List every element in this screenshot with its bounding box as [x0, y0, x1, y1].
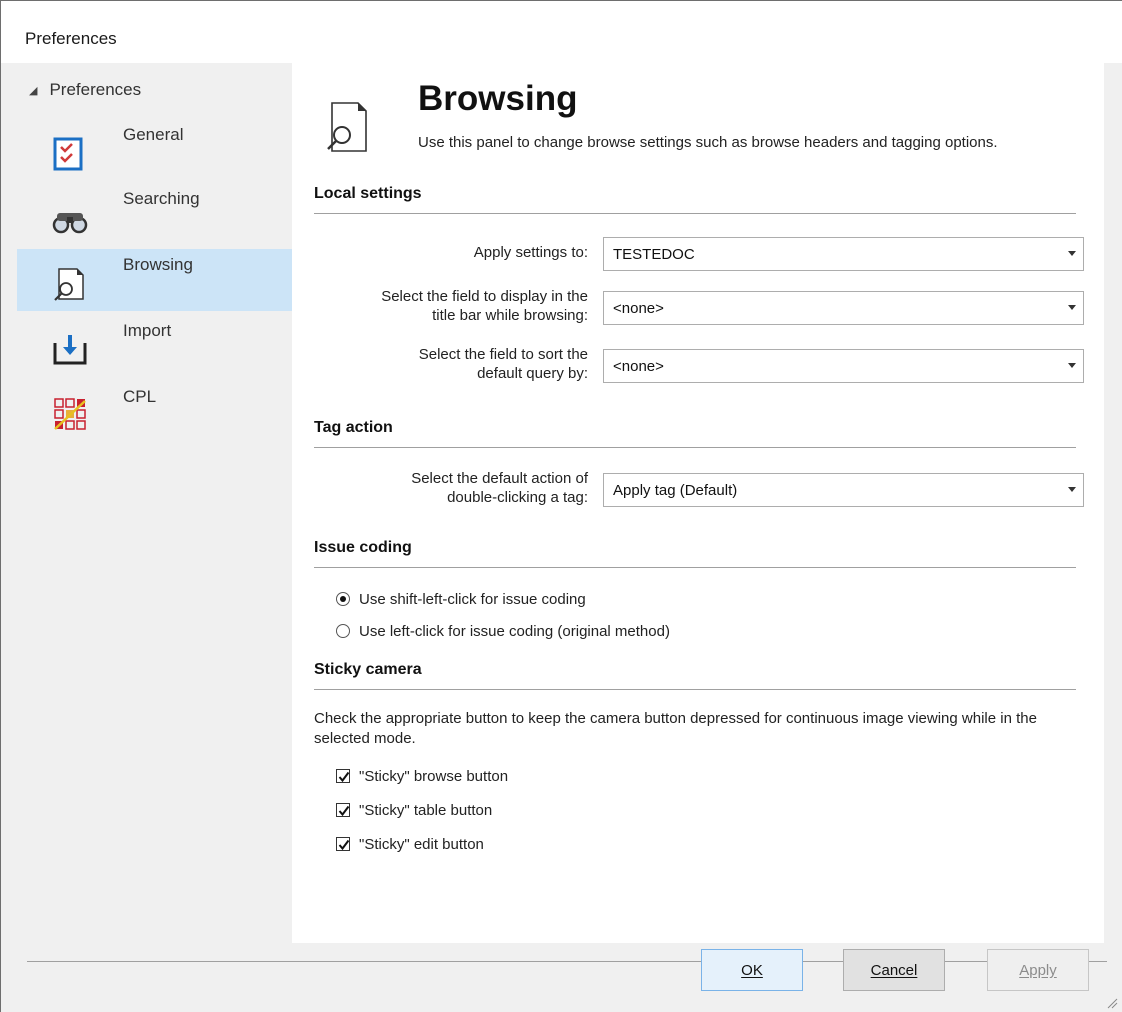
tag-action-label: Select the default action of double-clic… — [411, 469, 588, 507]
checkbox-checked[interactable] — [336, 803, 350, 817]
chevron-down-icon — [1068, 305, 1076, 310]
import-icon — [51, 329, 91, 369]
footer-divider — [27, 961, 1107, 962]
checkbox-label: "Sticky" table button — [359, 801, 493, 819]
checkbox-label: "Sticky" browse button — [359, 767, 509, 785]
apply-settings-label: Apply settings to: — [473, 244, 588, 261]
sidebar-item-label: Browsing — [123, 255, 193, 274]
checkbox-checked[interactable] — [336, 769, 350, 783]
label-line: title bar while browsing: — [432, 307, 588, 324]
sidebar-item-label: General — [123, 125, 184, 144]
cancel-button[interactable]: Cancel — [843, 949, 945, 991]
settings-panel: Browsing Use this panel to change browse… — [292, 63, 1104, 943]
label-line: Select the default action of — [411, 470, 588, 487]
sidebar-item-label: CPL — [123, 387, 157, 406]
ok-button[interactable]: OK — [701, 949, 803, 991]
label-line: Select the field to sort the — [418, 346, 588, 363]
sort-field-dropdown[interactable]: <none> — [603, 349, 1084, 383]
section-tag-action: Tag action — [314, 419, 1076, 448]
checklist-icon — [51, 133, 91, 173]
checkbox-sticky-table[interactable]: "Sticky" table button — [336, 801, 492, 819]
radio-label: Use shift-left-click for issue coding — [359, 590, 586, 608]
document-search-icon — [322, 97, 374, 157]
page-title: Browsing — [418, 79, 578, 118]
checkbox-label: "Sticky" edit button — [359, 835, 484, 853]
grid-icon — [51, 395, 91, 435]
section-local-settings: Local settings — [314, 185, 1076, 214]
chevron-down-icon — [1068, 363, 1076, 368]
preferences-window: Preferences ◢ Preferences General Search… — [0, 0, 1122, 1012]
title-field-dropdown[interactable]: <none> — [603, 291, 1084, 325]
radio-label: Use left-click for issue coding (origina… — [359, 622, 670, 640]
section-heading: Local settings — [314, 185, 422, 202]
section-heading: Tag action — [314, 419, 393, 436]
title-field-label: Select the field to display in the title… — [381, 287, 588, 325]
section-divider — [314, 689, 1076, 690]
checkbox-sticky-edit[interactable]: "Sticky" edit button — [336, 835, 484, 853]
title-bar: Preferences — [1, 1, 1122, 63]
tree-root-preferences[interactable]: ◢ Preferences — [29, 79, 141, 101]
tree-root-label: Preferences — [49, 80, 142, 99]
label-line: Select the field to display in the — [381, 288, 588, 305]
button-label: Apply — [1019, 961, 1057, 979]
section-divider — [314, 567, 1076, 568]
apply-button[interactable]: Apply — [987, 949, 1089, 991]
sidebar-item-browsing[interactable]: Browsing — [17, 249, 295, 311]
label-line: double-clicking a tag: — [447, 489, 588, 506]
sticky-camera-note: Check the appropriate button to keep the… — [314, 710, 1037, 747]
chevron-down-icon — [1068, 251, 1076, 256]
collapse-triangle-icon[interactable]: ◢ — [29, 84, 37, 97]
sidebar: ◢ Preferences General Searching Browsing… — [11, 63, 295, 943]
section-sticky-camera: Sticky camera — [314, 661, 1076, 690]
sidebar-item-label: Import — [123, 321, 172, 340]
tag-action-dropdown[interactable]: Apply tag (Default) — [603, 473, 1084, 507]
page-description: Use this panel to change browse settings… — [418, 134, 998, 151]
radio-button[interactable] — [336, 624, 350, 638]
section-issue-coding: Issue coding — [314, 539, 1076, 568]
section-divider — [314, 213, 1076, 214]
sidebar-item-cpl[interactable]: CPL — [17, 381, 295, 443]
button-label: OK — [741, 961, 763, 979]
section-divider — [314, 447, 1076, 448]
binoculars-icon — [51, 197, 91, 237]
button-label: Cancel — [870, 961, 918, 979]
dropdown-value: <none> — [613, 358, 664, 375]
chevron-down-icon — [1068, 487, 1076, 492]
checkbox-checked[interactable] — [336, 837, 350, 851]
resize-grip-icon[interactable] — [1106, 996, 1118, 1009]
sidebar-item-general[interactable]: General — [17, 119, 295, 181]
radio-left-click[interactable]: Use left-click for issue coding (origina… — [336, 621, 670, 641]
sidebar-item-import[interactable]: Import — [17, 315, 295, 377]
dropdown-value: TESTEDOC — [613, 246, 695, 263]
sort-field-label: Select the field to sort the default que… — [419, 345, 588, 383]
dropdown-value: Apply tag (Default) — [613, 482, 738, 499]
checkbox-sticky-browse[interactable]: "Sticky" browse button — [336, 767, 508, 785]
radio-button-selected[interactable] — [336, 592, 350, 606]
dropdown-value: <none> — [613, 300, 664, 317]
radio-shift-left-click[interactable]: Use shift-left-click for issue coding — [336, 589, 586, 609]
section-heading: Issue coding — [314, 539, 412, 556]
section-heading: Sticky camera — [314, 661, 422, 678]
sidebar-item-label: Searching — [123, 189, 200, 208]
apply-settings-dropdown[interactable]: TESTEDOC — [603, 237, 1084, 271]
label-line: default query by: — [477, 365, 588, 382]
document-search-icon — [51, 263, 91, 303]
window-title: Preferences — [25, 29, 117, 48]
sidebar-item-searching[interactable]: Searching — [17, 183, 295, 245]
